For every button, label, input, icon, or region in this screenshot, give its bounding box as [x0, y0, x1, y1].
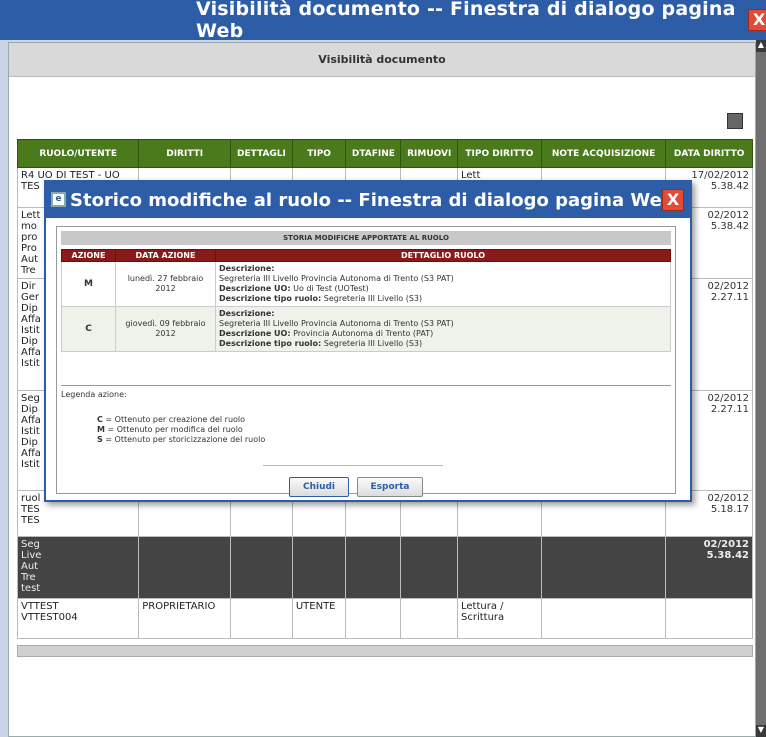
tipo-label: Descrizione tipo ruolo:: [219, 339, 322, 348]
column-header: RIMUOVI: [400, 139, 458, 168]
legend-title: Legenda azione:: [61, 390, 127, 399]
cell-dettagli: [230, 598, 293, 639]
divider: [263, 465, 443, 466]
inner-window-title-bar[interactable]: e Storico modifiche al ruolo -- Finestra…: [46, 182, 690, 218]
cell-rimuovi: [400, 536, 458, 599]
table-header-row: RUOLO/UTENTE DIRITTI DETTAGLI TIPO DTAFINE RI…: [16, 139, 753, 168]
inner-dialog-window: e Storico modifiche al ruolo -- Finestra…: [44, 180, 692, 502]
cell-dtafine: [345, 598, 402, 639]
col-data-azione: DATA AZIONE: [115, 249, 216, 262]
data-azione: giovedì. 09 febbraio 2012: [115, 306, 216, 352]
outer-window-title: Visibilità documento -- Finestra di dial…: [196, 0, 736, 42]
column-header: DTAFINE: [345, 139, 402, 168]
table-row[interactable]: VTTEST VTTEST004 PROPRIETARIO UTENTE Lettur…: [16, 598, 753, 639]
cell-dettagli: [230, 536, 293, 599]
descrizione-label: Descrizione:: [219, 309, 275, 318]
column-header: DIRITTI: [138, 139, 232, 168]
cell-note: [540, 536, 667, 599]
legend: Legenda azione: C = Ottenuto per creazio…: [61, 385, 671, 445]
descrizione-value: Segreteria III Livello Provincia Autonom…: [219, 274, 454, 283]
uo-label: Descrizione UO:: [219, 284, 291, 293]
legend-text: = Ottenuto per creazione del ruolo: [105, 415, 246, 424]
history-row: M lunedì. 27 febbraio 2012 Descrizione: …: [61, 261, 671, 307]
legend-key: M: [97, 425, 105, 434]
data-azione: lunedì. 27 febbraio 2012: [115, 261, 216, 307]
azione-code: M: [61, 261, 116, 307]
dettaglio-ruolo: Descrizione: Segreteria III Livello Prov…: [215, 261, 671, 307]
col-dettaglio-ruolo: DETTAGLIO RUOLO: [215, 249, 671, 262]
tipo-label: Descrizione tipo ruolo:: [219, 294, 322, 303]
tipo-value: Segreteria III Livello (S3): [323, 294, 423, 303]
horizontal-scrollbar[interactable]: [17, 645, 753, 657]
uo-value: Uo di Test (UOTest): [293, 284, 369, 293]
tipo-value: Segreteria III Livello (S3): [323, 339, 423, 348]
cell-ruolo: VTTEST VTTEST004: [16, 598, 140, 639]
cell-note: [540, 598, 667, 639]
export-button[interactable]: Esporta: [357, 477, 423, 497]
cell-rimuovi: [400, 598, 458, 639]
cell-tipo: [291, 536, 347, 599]
column-header: DETTAGLI: [230, 139, 293, 168]
history-row: C giovedì. 09 febbraio 2012 Descrizione:…: [61, 306, 671, 352]
history-header-row: AZIONE DATA AZIONE DETTAGLIO RUOLO: [61, 249, 671, 262]
vertical-scrollbar[interactable]: ▲ ▼: [756, 40, 766, 737]
column-header: DATA DIRITTO: [665, 139, 753, 168]
outer-window-title-bar[interactable]: Visibilità documento -- Finestra di dial…: [0, 0, 766, 42]
azione-code: C: [61, 306, 116, 352]
history-table: AZIONE DATA AZIONE DETTAGLIO RUOLO M lun…: [61, 249, 671, 352]
cell-ruolo: Seg Live Aut Tre test: [16, 536, 140, 599]
cell-dtafine: [345, 536, 402, 599]
inner-window-body: STORIA MODIFICHE APPORTATE AL RUOLO AZIO…: [56, 226, 676, 497]
legend-text: = Ottenuto per storicizzazione del ruolo: [105, 435, 266, 444]
legend-text: = Ottenuto per modifica del ruolo: [107, 425, 243, 434]
app-icon: e: [51, 192, 66, 207]
scroll-down-icon[interactable]: ▼: [756, 725, 766, 737]
scroll-up-icon[interactable]: ▲: [756, 40, 766, 52]
table-row[interactable]: Seg Live Aut Tre test 02/2012 5.38.42: [16, 536, 753, 599]
descrizione-label: Descrizione:: [219, 264, 275, 273]
legend-item: M = Ottenuto per modifica del ruolo: [97, 425, 671, 435]
cell-tipo-diritto: [457, 536, 542, 599]
cell-data: 02/2012 5.38.42: [665, 536, 753, 599]
column-header: TIPO DIRITTO: [457, 139, 542, 168]
uo-value: Provincia Autonoma di Trento (PAT): [293, 329, 434, 338]
cell-tipo-diritto: Lettura / Scrittura: [457, 598, 542, 639]
cell-diritti: [138, 536, 232, 599]
dettaglio-ruolo: Descrizione: Segreteria III Livello Prov…: [215, 306, 671, 352]
descrizione-value: Segreteria III Livello Provincia Autonom…: [219, 319, 454, 328]
column-header: RUOLO/UTENTE: [16, 139, 140, 168]
column-header: TIPO: [291, 139, 347, 168]
cell-data: [665, 598, 753, 639]
column-header: NOTE ACQUISIZIONE: [540, 139, 667, 168]
outer-dialog-window: Visibilità documento -- Finestra di dial…: [0, 0, 766, 737]
page-subtitle: Visibilità documento: [9, 43, 755, 77]
cell-tipo: UTENTE: [291, 598, 347, 639]
legend-key: C: [97, 415, 103, 424]
legend-key: S: [97, 435, 103, 444]
legend-item: C = Ottenuto per creazione del ruolo: [97, 415, 671, 425]
cell-diritti: PROPRIETARIO: [138, 598, 232, 639]
col-azione: AZIONE: [61, 249, 116, 262]
inner-close-icon[interactable]: X: [662, 189, 684, 211]
inner-window-title: Storico modifiche al ruolo -- Finestra d…: [70, 189, 675, 211]
outer-close-icon[interactable]: X: [748, 9, 766, 31]
legend-item: S = Ottenuto per storicizzazione del ruo…: [97, 435, 671, 445]
print-icon[interactable]: [727, 113, 743, 129]
close-button[interactable]: Chiudi: [289, 477, 349, 497]
section-header: STORIA MODIFICHE APPORTATE AL RUOLO: [61, 231, 671, 245]
uo-label: Descrizione UO:: [219, 329, 291, 338]
